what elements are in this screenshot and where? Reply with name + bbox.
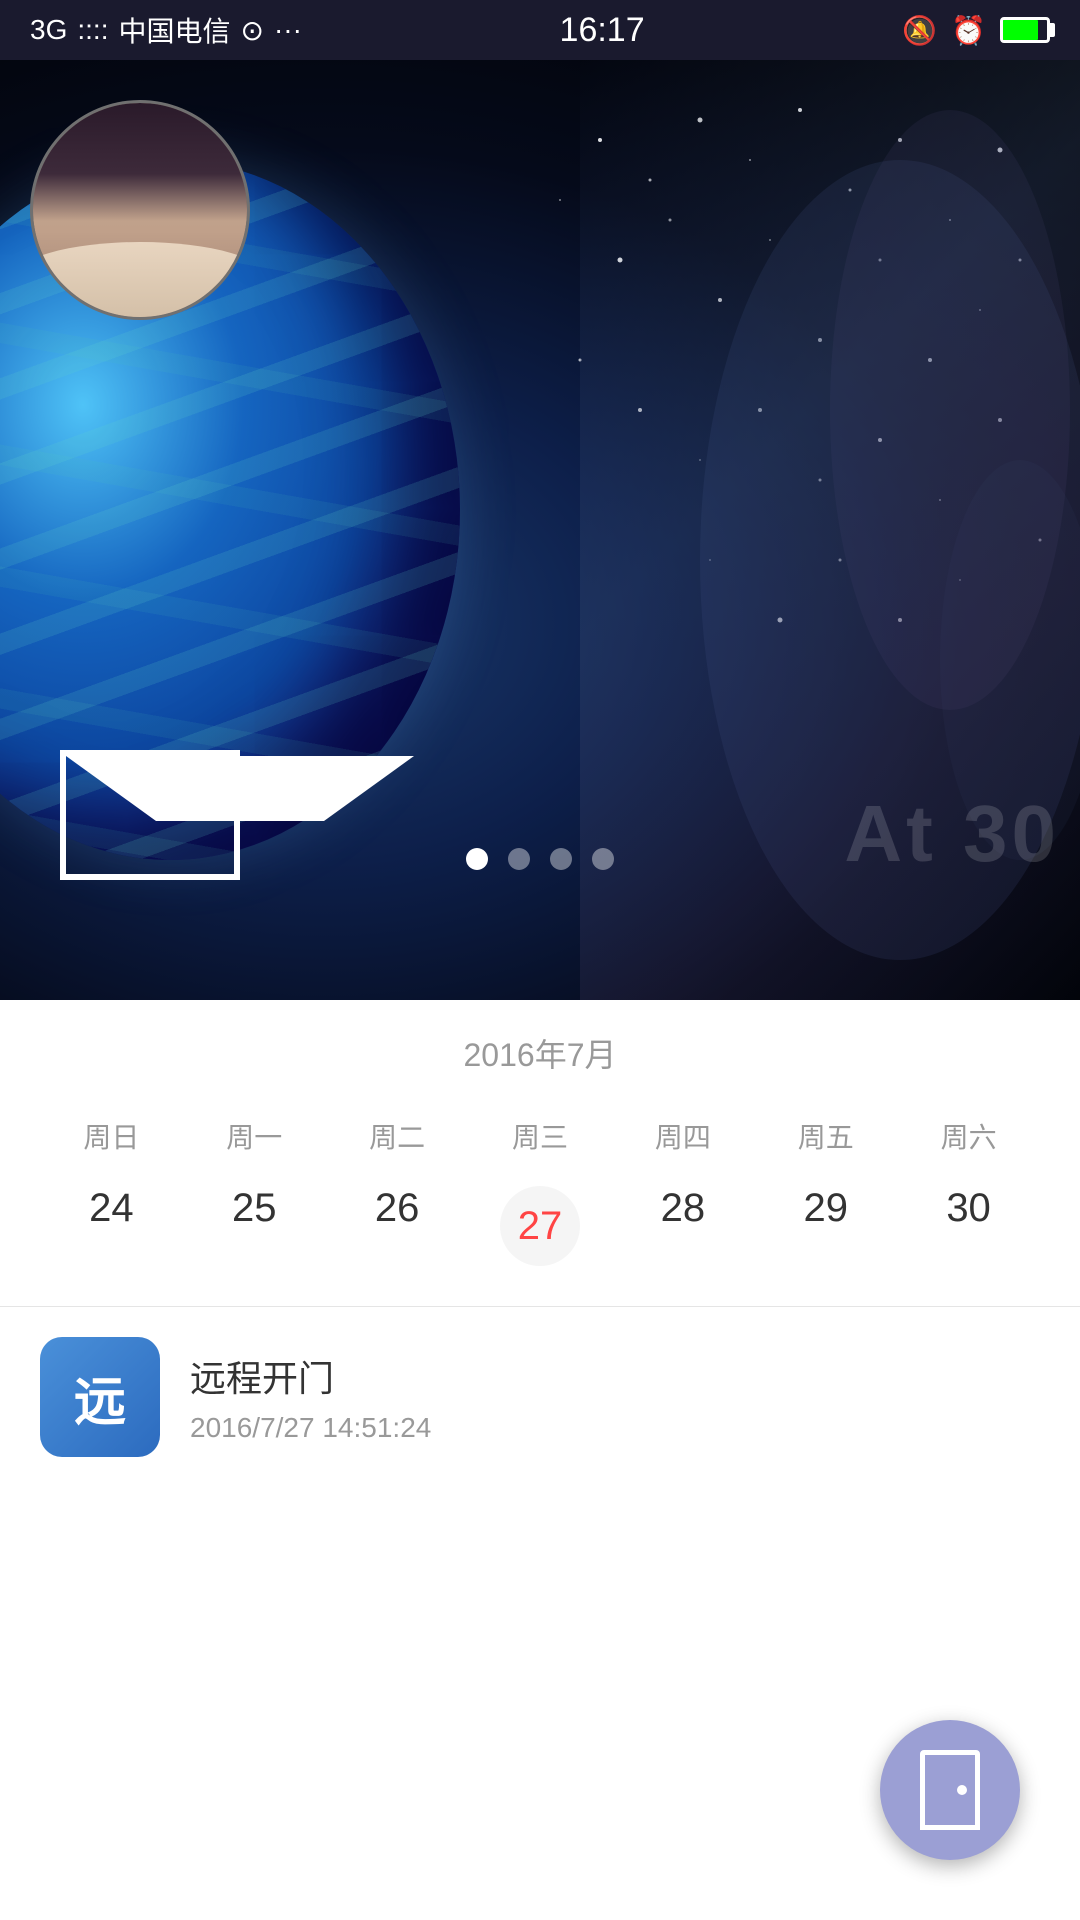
alarm-icon: 🔕 — [902, 14, 937, 47]
mail-icon-wrapper[interactable] — [60, 750, 240, 880]
avatar-hair — [33, 103, 247, 221]
list-item-text: 远程开门 2016/7/27 14:51:24 — [190, 1350, 1040, 1444]
cal-header-fri: 周五 — [754, 1106, 897, 1166]
cal-header-tue: 周二 — [326, 1106, 469, 1166]
status-right: 🔕 ⏰ — [902, 14, 1050, 47]
today-indicator: 27 — [500, 1186, 580, 1266]
cal-header-sat: 周六 — [897, 1106, 1040, 1166]
avatar-face — [33, 103, 247, 317]
app-icon-label: 远 — [74, 1360, 126, 1435]
status-bar: 3G :::: 中国电信 ⊙ ··· 16:17 🔕 ⏰ — [0, 0, 1080, 60]
dot-1[interactable] — [466, 848, 488, 870]
clock-icon: ⏰ — [951, 14, 986, 47]
dot-2[interactable] — [508, 848, 530, 870]
battery-icon — [1000, 17, 1050, 43]
dot-4[interactable] — [592, 848, 614, 870]
user-avatar[interactable] — [30, 100, 250, 320]
list-item-title: 远程开门 — [190, 1350, 1040, 1402]
status-left: 3G :::: 中国电信 ⊙ ··· — [30, 10, 302, 50]
wifi-icon: ⊙ — [241, 14, 264, 47]
status-time: 16:17 — [560, 11, 645, 50]
fab-door-icon — [920, 1750, 980, 1830]
cal-day-24[interactable]: 24 — [40, 1166, 183, 1286]
signal-text: 3G — [30, 14, 67, 46]
hero-section: At 30 — [0, 60, 1080, 1000]
carrier-name: 中国电信 — [118, 10, 230, 50]
cal-day-26[interactable]: 26 — [326, 1166, 469, 1286]
cal-header-thu: 周四 — [611, 1106, 754, 1166]
at30-label: At 30 — [844, 788, 1060, 880]
more-icon: ··· — [274, 14, 302, 46]
cal-day-28[interactable]: 28 — [611, 1166, 754, 1286]
cal-header-sun: 周日 — [40, 1106, 183, 1166]
cal-day-25[interactable]: 25 — [183, 1166, 326, 1286]
fab-button[interactable] — [880, 1720, 1020, 1860]
cal-header-wed: 周三 — [469, 1106, 612, 1166]
app-icon: 远 — [40, 1337, 160, 1457]
list-item-subtitle: 2016/7/27 14:51:24 — [190, 1412, 1040, 1444]
mail-icon[interactable] — [60, 750, 240, 880]
calendar-grid: 周日 周一 周二 周三 周四 周五 周六 24 25 26 27 28 29 3… — [40, 1106, 1040, 1286]
cal-day-27-today[interactable]: 27 — [469, 1166, 612, 1286]
dot-3[interactable] — [550, 848, 572, 870]
calendar-month: 2016年7月 — [40, 1030, 1040, 1076]
avatar-body — [30, 242, 250, 317]
page-dots — [466, 848, 614, 870]
carrier-bars: :::: — [77, 14, 108, 46]
calendar-section: 2016年7月 周日 周一 周二 周三 周四 周五 周六 24 25 26 27… — [0, 1000, 1080, 1306]
list-item[interactable]: 远 远程开门 2016/7/27 14:51:24 — [0, 1307, 1080, 1487]
cal-day-30[interactable]: 30 — [897, 1166, 1040, 1286]
cal-header-mon: 周一 — [183, 1106, 326, 1166]
cal-day-29[interactable]: 29 — [754, 1166, 897, 1286]
battery-fill — [1003, 20, 1038, 40]
